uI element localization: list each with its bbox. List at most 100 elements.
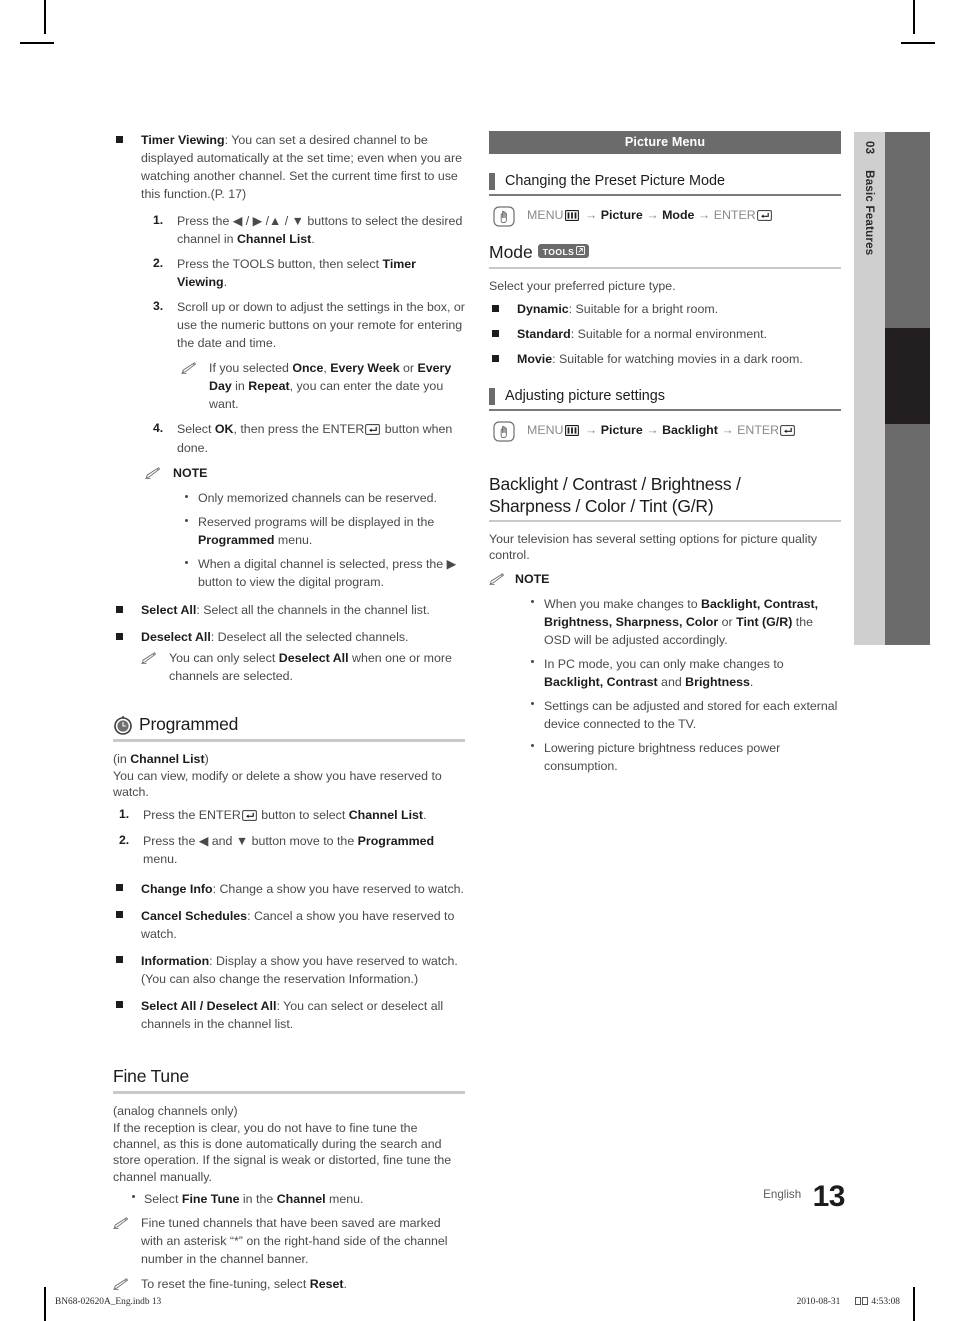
chapter-number: 03 [863, 141, 876, 155]
stopwatch-icon [113, 715, 133, 740]
square-bullet-icon [492, 354, 499, 362]
page-number: 13 [812, 1180, 846, 1213]
print-footer-timestamp: 2010-08-31 4:53:08 [797, 1297, 900, 1307]
dot-bullet-icon [531, 702, 535, 706]
programmed-intro: You can view, modify or delete a show yo… [113, 769, 442, 800]
note-bullet: When you make changes to Backlight, Cont… [527, 595, 841, 649]
left-column: Timer Viewing: You can set a desired cha… [113, 131, 465, 1300]
step-number: 3. [153, 299, 164, 313]
missing-glyph-box [855, 1297, 861, 1305]
step-text: Select OK, then press the ENTER button w… [177, 422, 453, 456]
square-bullet-icon [492, 329, 499, 337]
language-label: English [763, 1188, 802, 1201]
heading-rule [113, 1090, 465, 1094]
heading-programmed: Programmed [113, 713, 465, 736]
note-step3-repeat: If you selected Once, Every Week or Ever… [181, 359, 465, 413]
term: Standard [517, 327, 571, 342]
pencil-note-icon [113, 1216, 129, 1234]
note-text: If you selected Once, Every Week or Ever… [209, 361, 452, 411]
note-text: When you make changes to Backlight, Cont… [544, 596, 819, 647]
note-text: When a digital channel is selected, pres… [198, 557, 457, 590]
list-item-information: Information: Display a show you have res… [113, 952, 465, 988]
desc: : Suitable for a normal environment. [570, 327, 767, 342]
desc-deselect-all: : Deselect all the selected channels. [210, 630, 409, 645]
dot-bullet-icon [185, 518, 189, 522]
manual-page: Timer Viewing: You can set a desired cha… [0, 0, 954, 1321]
note-bullet: Only memorized channels can be reserved. [181, 489, 465, 507]
fine-tune-subtitle: (analog channels only) [113, 1103, 238, 1118]
step-number: 4. [153, 421, 164, 435]
page-footer: English 13 [763, 1180, 845, 1214]
step-4: 4. Select OK, then press the ENTER butto… [145, 420, 465, 457]
square-bullet-icon [116, 605, 123, 613]
step-text: Press the TOOLS button, then select Time… [177, 257, 417, 289]
adjust-notes: When you make changes to Backlight, Cont… [527, 595, 841, 775]
enter-key-icon [365, 423, 381, 439]
dot-bullet-icon [531, 744, 535, 748]
heading-line-2: Sharpness / Color / Tint (G/R) [489, 495, 714, 516]
step-number: 2. [119, 832, 130, 847]
note-text: Lowering picture brightness reduces powe… [544, 740, 781, 773]
programmed-subtitle: (in Channel List) [113, 752, 209, 767]
list-item-select-all: Select All: Select all the channels in t… [113, 601, 465, 619]
dot-bullet-icon [185, 560, 189, 564]
subheading-rule [489, 194, 841, 196]
fine-tune-body: If the reception is clear, you do not ha… [113, 1120, 452, 1184]
step-text: Scroll up or down to adjust the settings… [177, 300, 465, 350]
subheading-bar [489, 388, 495, 406]
timer-viewing-notes: Only memorized channels can be reserved.… [181, 489, 465, 591]
note-fine-tune-reset: To reset the fine-tuning, select Reset. [113, 1275, 465, 1293]
fine-tune-bullet: Select Fine Tune in the Channel menu. [113, 1190, 465, 1208]
chapter-tab-label: 03 Basic Features [854, 132, 885, 645]
chapter-tab-label-strip: 03 Basic Features [854, 132, 885, 645]
heading-mode: Mode TOOLS [489, 242, 841, 263]
note-text: To reset the fine-tuning, select Reset. [141, 1276, 347, 1291]
dot-bullet-icon [185, 494, 189, 498]
step-2: 2. Press the TOOLS button, then select T… [145, 255, 465, 291]
heading-rule [489, 519, 841, 523]
timer-viewing-steps: 1. Press the ◀ / ▶ /▲ / ▼ buttons to sel… [145, 212, 465, 591]
subheading-adjusting-picture-settings: Adjusting picture settings [489, 387, 841, 406]
term-timer-viewing: Timer Viewing [141, 133, 225, 147]
list-item-dynamic: Dynamic: Suitable for a bright room. [489, 300, 841, 318]
step-3: 3. Scroll up or down to adjust the setti… [145, 298, 465, 352]
step-number: 1. [119, 806, 130, 821]
term: Dynamic [517, 302, 569, 317]
note-text: Only memorized channels can be reserved. [198, 491, 437, 506]
bullet-text: Select Fine Tune in the Channel menu. [144, 1191, 364, 1206]
dot-bullet-icon [531, 600, 535, 604]
crop-mark-bottom-left-vertical [44, 1287, 46, 1321]
note-label: NOTE [173, 466, 208, 481]
print-footer: BN68-02620A_Eng.indb 13 2010-08-31 4:53:… [55, 1297, 900, 1307]
list-item-select-deselect-all: Select All / Deselect All: You can selec… [113, 997, 465, 1033]
nav-path-text: MENU → Picture → Mode → ENTER [527, 208, 773, 222]
list-item-cancel-schedules: Cancel Schedules: Cancel a show you have… [113, 907, 465, 943]
pencil-note-icon [181, 361, 197, 379]
term: Select All / Deselect All [141, 998, 277, 1013]
nav-path-picture-mode: MENU → Picture → Mode → ENTER [489, 205, 841, 228]
note-text: Settings can be adjusted and stored for … [544, 698, 838, 731]
heading-backlight-contrast: Backlight / Contrast / Brightness / Shar… [489, 473, 841, 517]
note-bullet: In PC mode, you can only make changes to… [527, 655, 841, 691]
heading-line-1: Backlight / Contrast / Brightness / [489, 473, 741, 494]
square-bullet-icon [116, 911, 123, 919]
list-item-standard: Standard: Suitable for a normal environm… [489, 325, 841, 343]
chapter-tab-active-marker [885, 328, 930, 424]
list-item-deselect-all: Deselect All: Deselect all the selected … [113, 628, 465, 646]
print-footer-date: 2010-08-31 [796, 1297, 841, 1307]
note-bullet: Settings can be adjusted and stored for … [527, 697, 841, 733]
enter-key-icon [756, 208, 772, 227]
note-bullet: When a digital channel is selected, pres… [181, 555, 465, 591]
subheading-text: Changing the Preset Picture Mode [505, 173, 725, 189]
desc-select-all: : Select all the channels in the channel… [196, 603, 430, 618]
menu-key-icon [565, 208, 580, 227]
square-bullet-icon [116, 1001, 123, 1009]
crop-mark-top-right-horizontal [901, 42, 935, 44]
subheading-changing-preset-picture-mode: Changing the Preset Picture Mode [489, 172, 841, 190]
enter-key-icon [241, 809, 257, 825]
list-item-movie: Movie: Suitable for watching movies in a… [489, 350, 841, 368]
programmed-step-2: 2. Press the ◀ and ▼ button move to the … [113, 832, 465, 868]
pencil-note-icon [145, 466, 161, 484]
step-text: Press the ENTER button to select Channel… [143, 808, 427, 822]
heading-rule [113, 739, 465, 743]
